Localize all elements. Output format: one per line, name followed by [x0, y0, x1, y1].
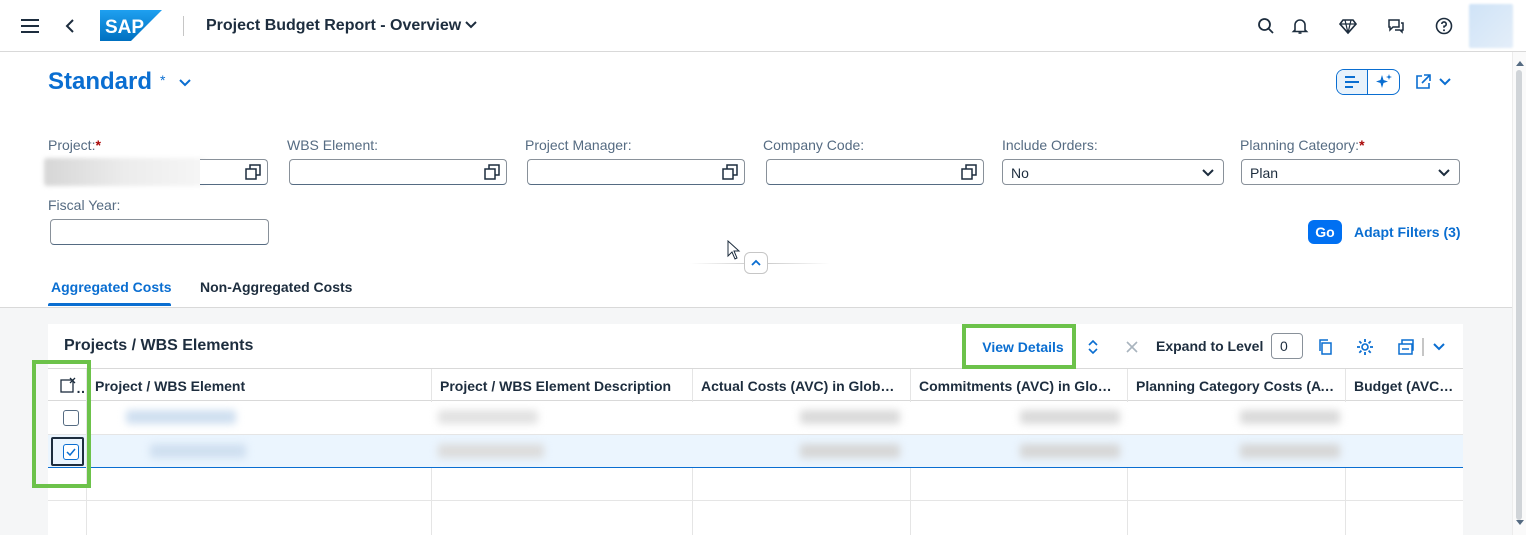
project-label: Project:*	[48, 137, 101, 153]
avatar[interactable]	[1469, 4, 1513, 48]
redacted-cell	[800, 410, 900, 424]
chevron-down-icon[interactable]	[464, 18, 478, 35]
column-header[interactable]: Project / WBS Element	[87, 369, 432, 402]
project-input[interactable]	[200, 159, 268, 185]
search-icon[interactable]	[1254, 14, 1278, 38]
svg-text:SAP: SAP	[105, 17, 144, 38]
mouse-cursor-icon	[727, 239, 741, 263]
planning-category-select[interactable]: Plan	[1241, 159, 1460, 185]
value-help-icon[interactable]	[484, 164, 500, 183]
toolbar-separator	[1422, 338, 1424, 356]
redacted-cell	[1020, 444, 1120, 458]
app-title[interactable]: Project Budget Report - Overview	[206, 17, 461, 35]
chevron-down-icon	[1437, 166, 1451, 183]
value-help-icon[interactable]	[722, 164, 738, 183]
column-header[interactable]: Commitments (AVC) in Global...	[911, 369, 1128, 402]
filter-bar-toggle-icon[interactable]	[1337, 70, 1369, 94]
redacted-cell	[800, 444, 900, 458]
table-title: Projects / WBS Elements	[64, 337, 254, 354]
chevron-down-icon	[1201, 166, 1215, 183]
grid-line	[1127, 468, 1128, 535]
share-icon	[1416, 74, 1431, 89]
grid-line	[431, 468, 432, 535]
redacted-cell	[438, 410, 538, 424]
clear-icon[interactable]	[1121, 334, 1143, 360]
table-row	[48, 501, 1463, 535]
scroll-down-icon	[1516, 520, 1524, 525]
scroll-up-icon	[1516, 61, 1524, 66]
redacted-cell	[126, 410, 236, 424]
fiscal-year-input[interactable]	[50, 219, 269, 245]
menu-icon[interactable]	[18, 14, 42, 38]
shell-separator	[183, 16, 184, 36]
project-manager-input[interactable]	[527, 159, 745, 185]
column-header[interactable]: Budget (AVC) in G	[1346, 369, 1463, 402]
redacted-cell	[150, 444, 246, 458]
diamond-icon[interactable]	[1336, 14, 1360, 38]
adapt-filters-button[interactable]: Adapt Filters (3)	[1354, 224, 1461, 240]
share-button[interactable]	[1414, 71, 1456, 93]
grid-line	[910, 468, 911, 535]
export-icon[interactable]	[1395, 334, 1417, 360]
grid-line	[692, 468, 693, 535]
variant-modified-indicator: *	[160, 72, 166, 88]
variant-title[interactable]: Standard	[48, 68, 152, 96]
scroll-thumb[interactable]	[1516, 70, 1522, 520]
redacted-cell	[1020, 410, 1120, 424]
sap-logo[interactable]: SAP	[100, 10, 162, 41]
chevron-down-icon	[1439, 78, 1451, 86]
ai-sparkle-icon[interactable]	[1368, 70, 1399, 94]
shell-bar: SAP Project Budget Report - Overview	[0, 0, 1526, 52]
include-orders-value: No	[1011, 165, 1029, 181]
chevron-up-icon	[751, 259, 761, 266]
variant-chevron-icon[interactable]	[178, 76, 192, 93]
tab-active-indicator	[48, 303, 171, 306]
bell-icon[interactable]	[1288, 14, 1312, 38]
redacted-cell	[1240, 410, 1340, 424]
expand-level-label: Expand to Level	[1156, 338, 1264, 354]
column-header[interactable]: Actual Costs (AVC) in Global ...	[693, 369, 911, 402]
include-orders-label: Include Orders:	[1002, 137, 1098, 153]
highlight-box-view-details	[962, 324, 1076, 369]
back-icon[interactable]	[58, 14, 82, 38]
table-row	[48, 468, 1463, 501]
tab-aggregated-costs[interactable]: Aggregated Costs	[51, 279, 172, 295]
collapse-header-button[interactable]	[744, 252, 768, 274]
chevron-down-icon[interactable]	[1430, 334, 1448, 360]
company-code-input[interactable]	[766, 159, 984, 185]
column-header[interactable]: Project / WBS Element Description	[432, 369, 693, 402]
planning-category-label: Planning Category:*	[1240, 137, 1365, 153]
column-header[interactable]: Planning Category Costs (AVC...	[1128, 369, 1346, 402]
help-icon[interactable]	[1432, 14, 1456, 38]
settings-gear-icon[interactable]	[1354, 334, 1376, 360]
expand-level-input[interactable]: 0	[1271, 333, 1303, 359]
wbs-input[interactable]	[289, 159, 507, 185]
redacted-cell	[1240, 444, 1340, 458]
value-help-icon[interactable]	[245, 164, 261, 183]
project-value-redacted	[44, 158, 206, 186]
highlight-box-row-selection	[32, 360, 91, 488]
copy-icon[interactable]	[1314, 334, 1336, 360]
value-help-icon[interactable]	[961, 164, 977, 183]
fiscal-year-label: Fiscal Year:	[48, 197, 121, 213]
project-manager-label: Project Manager:	[525, 137, 632, 153]
planning-category-value: Plan	[1250, 165, 1279, 181]
wbs-label: WBS Element:	[287, 137, 379, 153]
company-code-label: Company Code:	[763, 137, 865, 153]
go-button[interactable]: Go	[1308, 220, 1342, 244]
grid-line	[1345, 468, 1346, 535]
sort-icon[interactable]	[1082, 334, 1104, 360]
tab-non-aggregated-costs[interactable]: Non-Aggregated Costs	[200, 279, 352, 295]
redacted-cell	[438, 444, 544, 458]
header-toggle-group	[1336, 69, 1400, 95]
table-header-row: Project / WBS Element Project / WBS Elem…	[48, 368, 1463, 402]
include-orders-select[interactable]: No	[1002, 159, 1224, 185]
chat-icon[interactable]	[1384, 14, 1408, 38]
